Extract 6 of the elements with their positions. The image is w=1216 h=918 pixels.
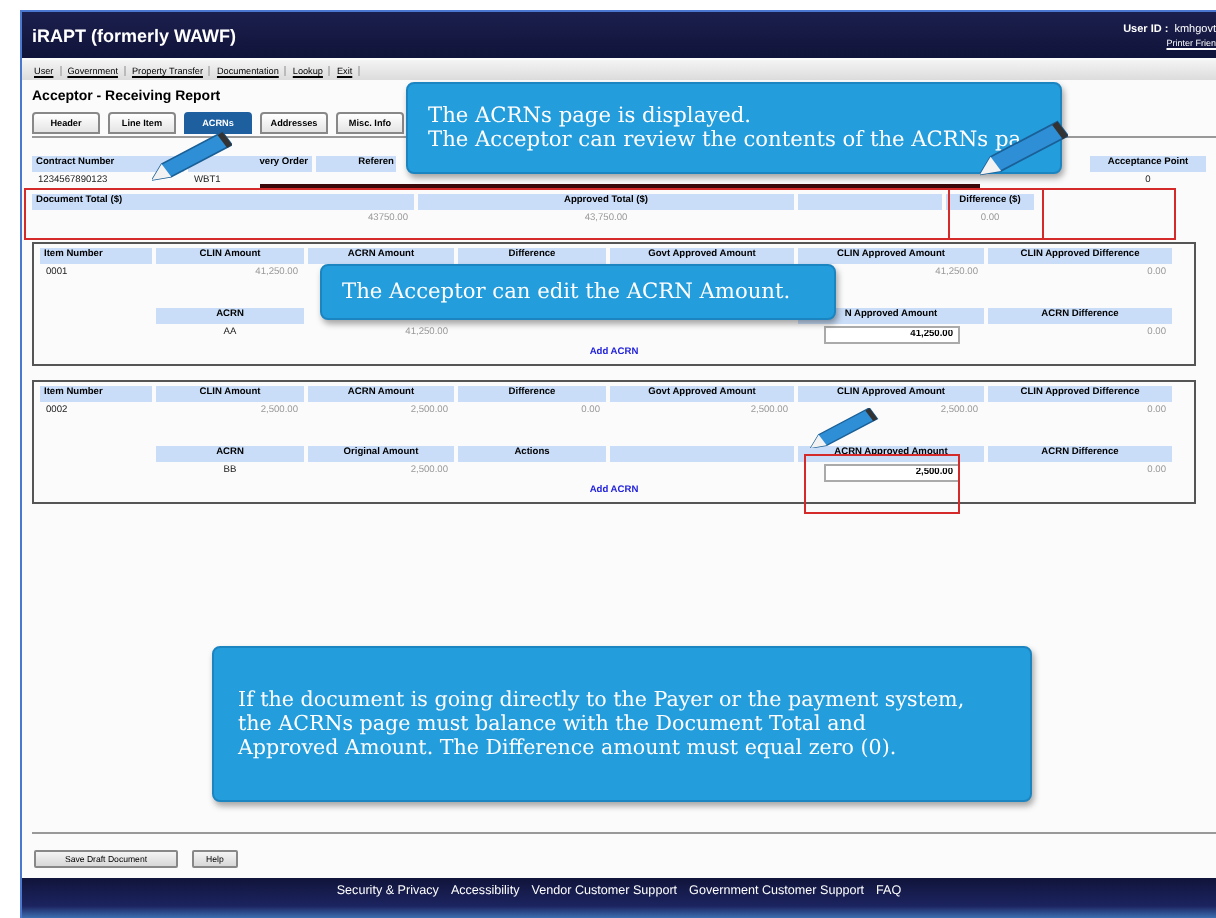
instruction-callout: If the document is going directly to the Payer or the payment system, the ACRNs page must balance with the Document Total and Approved Amount. The Difference amount must equal zero (0). [212, 646, 1032, 802]
column-header [798, 194, 942, 210]
pencil-icon [809, 408, 879, 448]
pencil-icon [152, 130, 232, 182]
instruction-callout: The Acceptor can edit the ACRN Amount. [320, 264, 836, 320]
app-title: iRAPT (formerly WAWF) [32, 25, 237, 45]
